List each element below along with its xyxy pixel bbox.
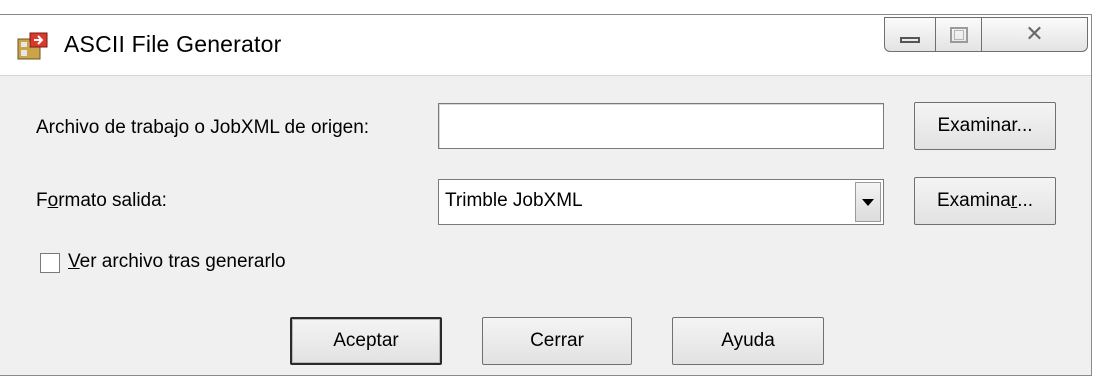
accept-button[interactable]: Aceptar: [290, 317, 442, 365]
ascii-file-generator-dialog: ASCII File Generator ✕ Archivo de trabaj…: [0, 14, 1092, 376]
chevron-down-icon: [862, 198, 874, 206]
title-bar[interactable]: ASCII File Generator ✕: [0, 15, 1091, 75]
close-dialog-button[interactable]: Cerrar: [482, 317, 632, 365]
output-format-label: Formato salida:: [36, 190, 167, 211]
maximize-icon: [949, 26, 968, 43]
app-icon: [17, 32, 48, 60]
browse-source-button[interactable]: Examinar...: [914, 102, 1056, 150]
output-format-select[interactable]: Trimble JobXML: [438, 179, 884, 225]
view-after-generate-checkbox[interactable]: [40, 253, 60, 273]
output-format-value: Trimble JobXML: [445, 190, 583, 211]
close-icon: ✕: [1025, 22, 1044, 47]
caption-buttons: ✕: [884, 17, 1090, 54]
dropdown-arrow-button[interactable]: [855, 182, 881, 222]
minimize-button[interactable]: [884, 17, 936, 52]
browse-format-button[interactable]: Examina r...: [914, 177, 1056, 225]
window-title: ASCII File Generator: [64, 31, 282, 57]
maximize-button[interactable]: [936, 17, 982, 52]
close-button[interactable]: ✕: [982, 17, 1088, 52]
view-after-generate-label[interactable]: Ver archivo tras generarlo: [68, 251, 286, 273]
source-file-label: Archivo de trabajo o JobXML de origen:: [36, 117, 370, 138]
minimize-icon: [900, 36, 920, 43]
source-file-input[interactable]: [438, 103, 884, 149]
title-divider: [0, 75, 1091, 76]
help-button[interactable]: Ayuda: [672, 317, 824, 365]
screen-background: [0, 0, 1096, 14]
